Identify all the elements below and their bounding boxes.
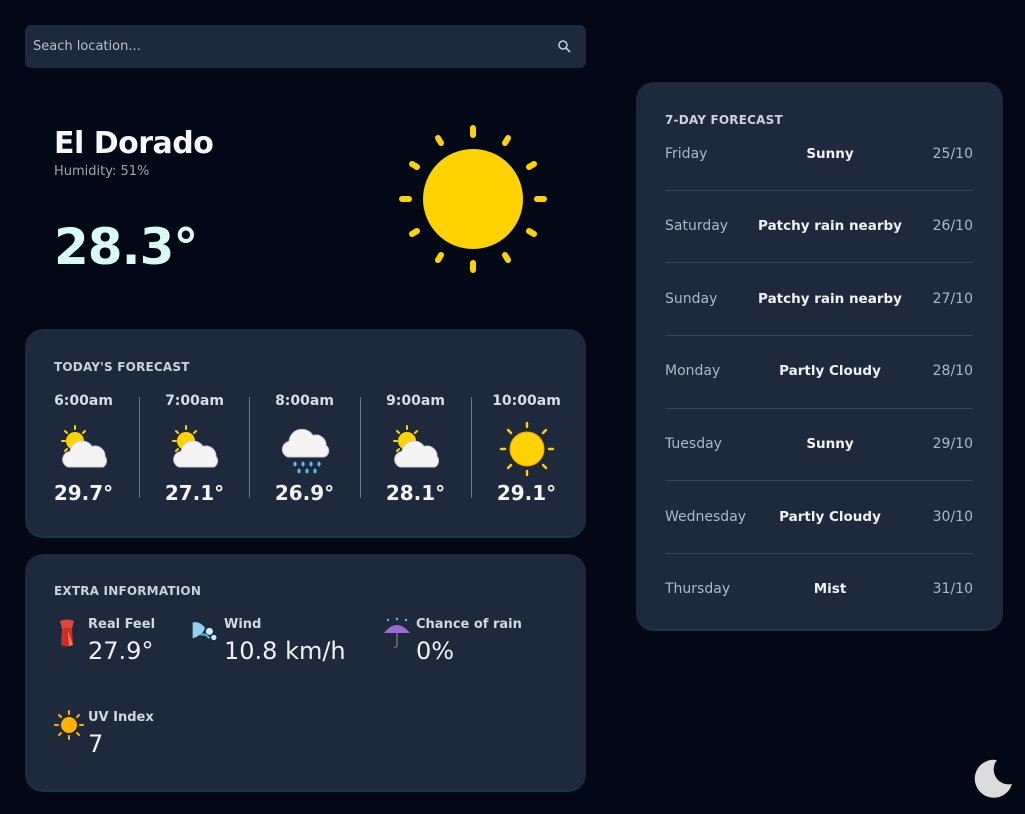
- day-name: Thursday: [665, 581, 731, 597]
- sun-icon: [399, 125, 547, 273]
- umbrella-rain-icon: [384, 617, 410, 649]
- day-condition: Partly Cloudy: [779, 363, 881, 379]
- real-feel-label: Real Feel: [88, 617, 156, 632]
- hour-time: 8:00am: [275, 393, 334, 409]
- day-forecast-row: Monday Partly Cloudy 28/10: [665, 363, 973, 383]
- hour-forecast-item: 6:00am 29.7°: [28, 329, 139, 536]
- uv-index-value: 7: [88, 730, 104, 758]
- day-condition: Mist: [813, 581, 847, 597]
- extra-information-title: EXTRA INFORMATION: [54, 584, 202, 598]
- search-icon[interactable]: [557, 39, 571, 53]
- hour-temperature: 29.1°: [496, 481, 557, 505]
- day-name: Sunday: [665, 291, 718, 307]
- city-name: El Dorado: [54, 126, 214, 161]
- day-divider: [665, 480, 973, 481]
- day-name: Friday: [665, 146, 708, 162]
- day-divider: [665, 553, 973, 554]
- day-date: 27/10: [932, 291, 973, 307]
- day-date: 30/10: [932, 509, 973, 525]
- day-forecast-row: Saturday Patchy rain nearby 26/10: [665, 218, 973, 238]
- partly-cloudy-icon: [392, 425, 439, 468]
- wind-icon: [192, 622, 217, 641]
- moon-icon[interactable]: [970, 756, 1014, 800]
- day-forecast-row: Sunday Patchy rain nearby 27/10: [665, 291, 973, 311]
- day-divider: [665, 335, 973, 336]
- humidity-text: Humidity: 51%: [54, 164, 150, 179]
- day-divider: [665, 408, 973, 409]
- rain-cloud-icon: [281, 428, 329, 474]
- day-name: Tuesday: [665, 436, 722, 452]
- uv-index-label: UV Index: [88, 710, 154, 725]
- day-date: 28/10: [932, 363, 973, 379]
- search-input[interactable]: [25, 25, 545, 68]
- hour-temperature: 29.7°: [53, 481, 114, 505]
- day-date: 26/10: [932, 218, 973, 234]
- day-date: 29/10: [932, 436, 973, 452]
- hour-time: 9:00am: [386, 393, 445, 409]
- day-condition: Patchy rain nearby: [758, 291, 902, 307]
- partly-cloudy-icon: [60, 425, 107, 468]
- hour-temperature: 27.1°: [164, 481, 225, 505]
- hour-temperature: 26.9°: [274, 481, 335, 505]
- search-bar[interactable]: [25, 25, 586, 68]
- hour-forecast-item: 7:00am 27.1°: [139, 329, 250, 536]
- day-name: Saturday: [665, 218, 729, 234]
- chance-of-rain-value: 0%: [416, 637, 455, 665]
- day-forecast-row: Wednesday Partly Cloudy 30/10: [665, 509, 973, 529]
- wind-label: Wind: [224, 617, 262, 632]
- hour-forecast-item: 9:00am 28.1°: [360, 329, 471, 536]
- seven-day-forecast-title: 7-DAY FORECAST: [665, 113, 783, 127]
- todays-forecast-card: TODAY'S FORECAST 6:00am 29.7° 7:00am 27.: [25, 329, 586, 536]
- day-condition: Patchy rain nearby: [758, 218, 902, 234]
- chance-of-rain-label: Chance of rain: [416, 617, 522, 632]
- day-condition: Partly Cloudy: [779, 509, 881, 525]
- sun-icon: [54, 710, 84, 740]
- day-divider: [665, 190, 973, 191]
- day-forecast-row: Tuesday Sunny 29/10: [665, 436, 973, 456]
- sun-icon: [499, 421, 554, 477]
- hour-time: 7:00am: [165, 393, 224, 409]
- day-date: 25/10: [932, 146, 973, 162]
- day-date: 31/10: [932, 581, 973, 597]
- current-temperature: 28.3°: [54, 218, 198, 276]
- hour-forecast-item: 8:00am 26.9°: [249, 329, 360, 536]
- partly-cloudy-icon: [171, 425, 218, 468]
- seven-day-forecast-card: 7-DAY FORECAST Friday Sunny 25/10 Saturd…: [636, 82, 1003, 629]
- real-feel-value: 27.9°: [88, 637, 154, 665]
- day-condition: Sunny: [806, 146, 854, 162]
- extra-information-card: EXTRA INFORMATION Real Feel 27.9° Wind 1…: [25, 554, 586, 790]
- hour-time: 10:00am: [492, 393, 561, 409]
- day-name: Monday: [665, 363, 721, 379]
- thermometer-scarf-icon: [60, 619, 74, 647]
- day-forecast-row: Thursday Mist 31/10: [665, 581, 973, 601]
- wind-value: 10.8 km/h: [224, 637, 346, 665]
- hour-forecast-item: 10:00am 29.1°: [471, 329, 582, 536]
- day-divider: [665, 262, 973, 263]
- hour-time: 6:00am: [54, 393, 113, 409]
- hour-temperature: 28.1°: [385, 481, 446, 505]
- day-condition: Sunny: [806, 436, 854, 452]
- day-forecast-row: Friday Sunny 25/10: [665, 146, 973, 166]
